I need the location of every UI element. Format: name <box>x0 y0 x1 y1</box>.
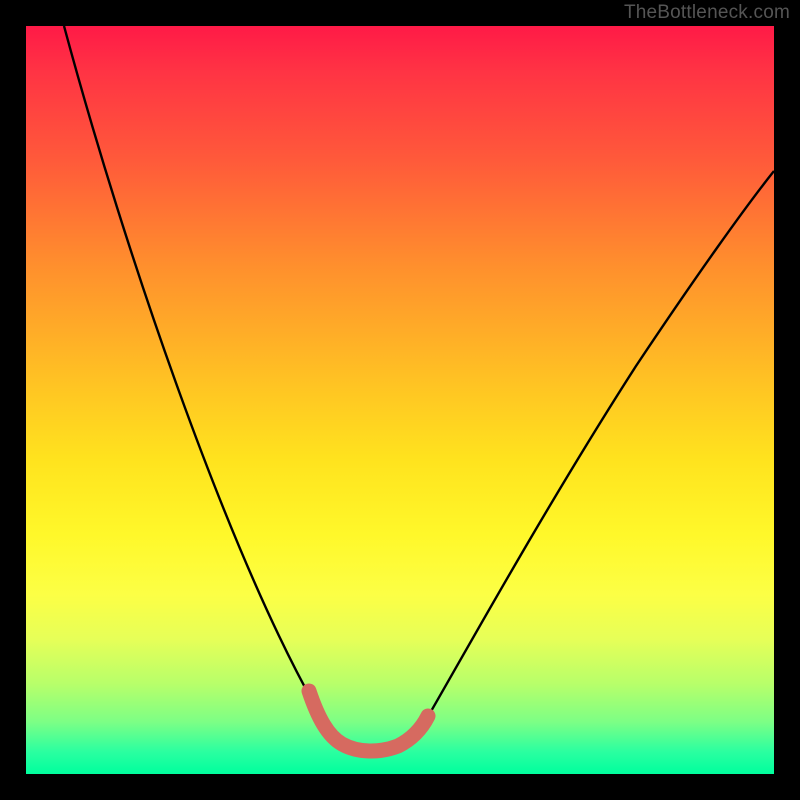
watermark-text: TheBottleneck.com <box>624 2 790 24</box>
optimal-band-highlight <box>309 691 428 751</box>
curve-path <box>64 26 774 750</box>
bottleneck-curve <box>26 26 774 774</box>
plot-area <box>26 26 774 774</box>
chart-frame: TheBottleneck.com <box>0 0 800 800</box>
